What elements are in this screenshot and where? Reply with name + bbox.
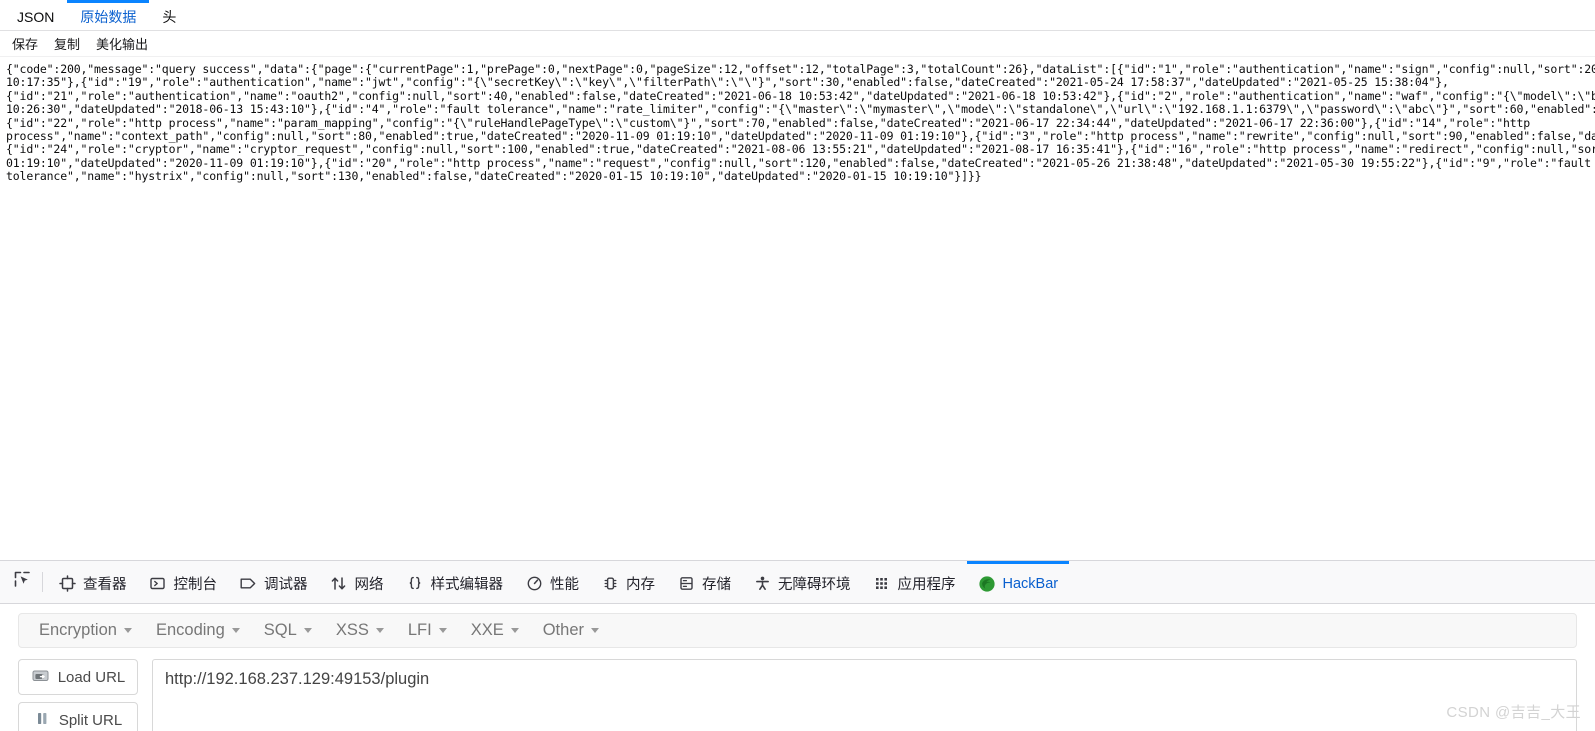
tab-inspector-label: 查看器 (83, 577, 127, 593)
raw-line: tolerance","name":"hystrix","config":nul… (6, 169, 982, 184)
tab-json[interactable]: JSON (4, 0, 67, 30)
hackbar-panel: Encryption Encoding SQL XSS LFI XXE Othe… (0, 604, 1595, 731)
tab-memory-label: 内存 (626, 577, 655, 593)
csdn-watermark: CSDN @吉吉_大王 (1446, 704, 1581, 721)
url-input[interactable] (152, 659, 1577, 731)
raw-line: process","name":"context_path","config":… (6, 129, 1595, 144)
tab-debugger[interactable]: 调试器 (228, 561, 319, 603)
raw-line: 01:19:10","dateUpdated":"2020-11-09 01:1… (6, 155, 1592, 170)
tab-performance-label: 性能 (550, 577, 579, 593)
menu-encoding-label: Encoding (155, 621, 225, 639)
response-viewer-actions: 保存 复制 美化输出 (0, 31, 1595, 57)
chevron-down-icon (510, 628, 519, 633)
tab-network[interactable]: 网络 (319, 561, 395, 603)
chevron-down-icon (303, 628, 312, 633)
element-picker-button[interactable] (4, 561, 40, 603)
tab-accessibility-label: 无障碍环境 (778, 577, 851, 593)
menu-xss[interactable]: XSS (324, 621, 396, 640)
menu-lfi-label: LFI (407, 621, 432, 639)
tab-storage[interactable]: 存储 (666, 561, 742, 603)
style-editor-icon (406, 575, 424, 593)
chevron-down-icon (591, 628, 599, 633)
debugger-icon (239, 575, 257, 593)
hackbar-url-field-wrap (152, 659, 1577, 731)
load-url-icon (31, 667, 50, 688)
split-url-icon (34, 710, 51, 731)
save-button[interactable]: 保存 (12, 34, 38, 53)
tab-application[interactable]: 应用程序 (862, 561, 967, 603)
accessibility-icon (753, 575, 771, 593)
inspector-icon (58, 575, 76, 593)
tab-headers[interactable]: 头 (149, 0, 189, 30)
tab-performance[interactable]: 性能 (514, 561, 590, 603)
tab-console[interactable]: 控制台 (138, 561, 229, 603)
toolbar-divider (42, 572, 43, 592)
copy-button[interactable]: 复制 (54, 34, 80, 53)
raw-line: {"id":"21","role":"authentication","name… (6, 88, 1595, 103)
menu-encryption-label: Encryption (39, 621, 117, 639)
menu-other-label: Other (542, 621, 584, 639)
element-picker-icon (13, 570, 32, 594)
raw-line: {"code":200,"message":"query success","d… (6, 62, 1595, 76)
browser-devtools-screen: JSON 原始数据 头 保存 复制 美化输出 {"code":200,"mess… (0, 0, 1595, 731)
console-icon (149, 575, 167, 593)
storage-icon (677, 575, 695, 593)
hackbar-url-row: Load URL Split URL (18, 659, 1577, 731)
menu-sql-label: SQL (263, 621, 297, 639)
chevron-down-icon (375, 628, 384, 633)
tab-memory[interactable]: 内存 (590, 561, 666, 603)
hackbar-firefox-icon (978, 575, 996, 593)
tab-console-label: 控制台 (173, 577, 218, 593)
performance-icon (525, 575, 543, 593)
menu-lfi[interactable]: LFI (396, 621, 459, 640)
tab-hackbar[interactable]: HackBar (966, 561, 1070, 603)
devtools-toolbar: 查看器 控制台 调试器 网络 样式编辑器 性能 内存 存储 无障碍环境 应用程序… (0, 560, 1595, 604)
menu-other[interactable]: Other (531, 621, 611, 640)
chevron-down-icon (231, 628, 240, 633)
tab-json-label: JSON (17, 8, 55, 25)
application-icon (873, 575, 891, 593)
menu-xxe-label: XXE (470, 621, 504, 639)
response-viewer-tabs: JSON 原始数据 头 (0, 0, 1595, 31)
tab-raw-data-label: 原始数据 (80, 8, 137, 25)
tab-accessibility[interactable]: 无障碍环境 (742, 561, 862, 603)
hackbar-action-buttons: Load URL Split URL (18, 659, 138, 731)
tab-storage-label: 存储 (702, 577, 731, 593)
load-url-label: Load URL (57, 668, 126, 686)
tab-style-editor[interactable]: 样式编辑器 (395, 561, 515, 603)
load-url-button[interactable]: Load URL (18, 659, 138, 695)
tab-network-label: 网络 (354, 577, 384, 593)
raw-line: {"id":"24","role":"cryptor","name":"cryp… (6, 142, 1595, 157)
network-icon (330, 575, 348, 593)
tab-inspector[interactable]: 查看器 (47, 561, 138, 603)
raw-response-body[interactable]: {"code":200,"message":"query success","d… (0, 57, 1595, 557)
raw-line: 10:17:35"},{"id":"19","role":"authentica… (6, 75, 1449, 90)
tab-debugger-label: 调试器 (264, 577, 308, 593)
chevron-down-icon (438, 628, 447, 633)
raw-line: 10:26:30","dateUpdated":"2018-06-13 15:4… (6, 102, 1595, 117)
menu-xxe[interactable]: XXE (459, 621, 531, 640)
tab-headers-label: 头 (162, 8, 177, 25)
split-url-label: Split URL (58, 711, 123, 729)
memory-icon (601, 575, 619, 593)
menu-encoding[interactable]: Encoding (144, 621, 252, 640)
tab-application-label: 应用程序 (897, 577, 956, 593)
hackbar-menubar: Encryption Encoding SQL XSS LFI XXE Othe… (18, 613, 1577, 648)
tab-style-editor-label: 样式编辑器 (430, 577, 504, 593)
tab-hackbar-label: HackBar (1002, 575, 1059, 592)
raw-line: {"id":"22","role":"http process","name":… (6, 115, 1531, 130)
tab-raw-data[interactable]: 原始数据 (67, 0, 150, 30)
menu-sql[interactable]: SQL (252, 621, 324, 640)
split-url-button[interactable]: Split URL (18, 702, 138, 731)
prettify-button[interactable]: 美化输出 (96, 34, 148, 53)
response-viewer-pane: JSON 原始数据 头 保存 复制 美化输出 {"code":200,"mess… (0, 0, 1595, 560)
chevron-down-icon (123, 628, 132, 633)
menu-encryption[interactable]: Encryption (27, 621, 144, 640)
menu-xss-label: XSS (335, 621, 369, 639)
